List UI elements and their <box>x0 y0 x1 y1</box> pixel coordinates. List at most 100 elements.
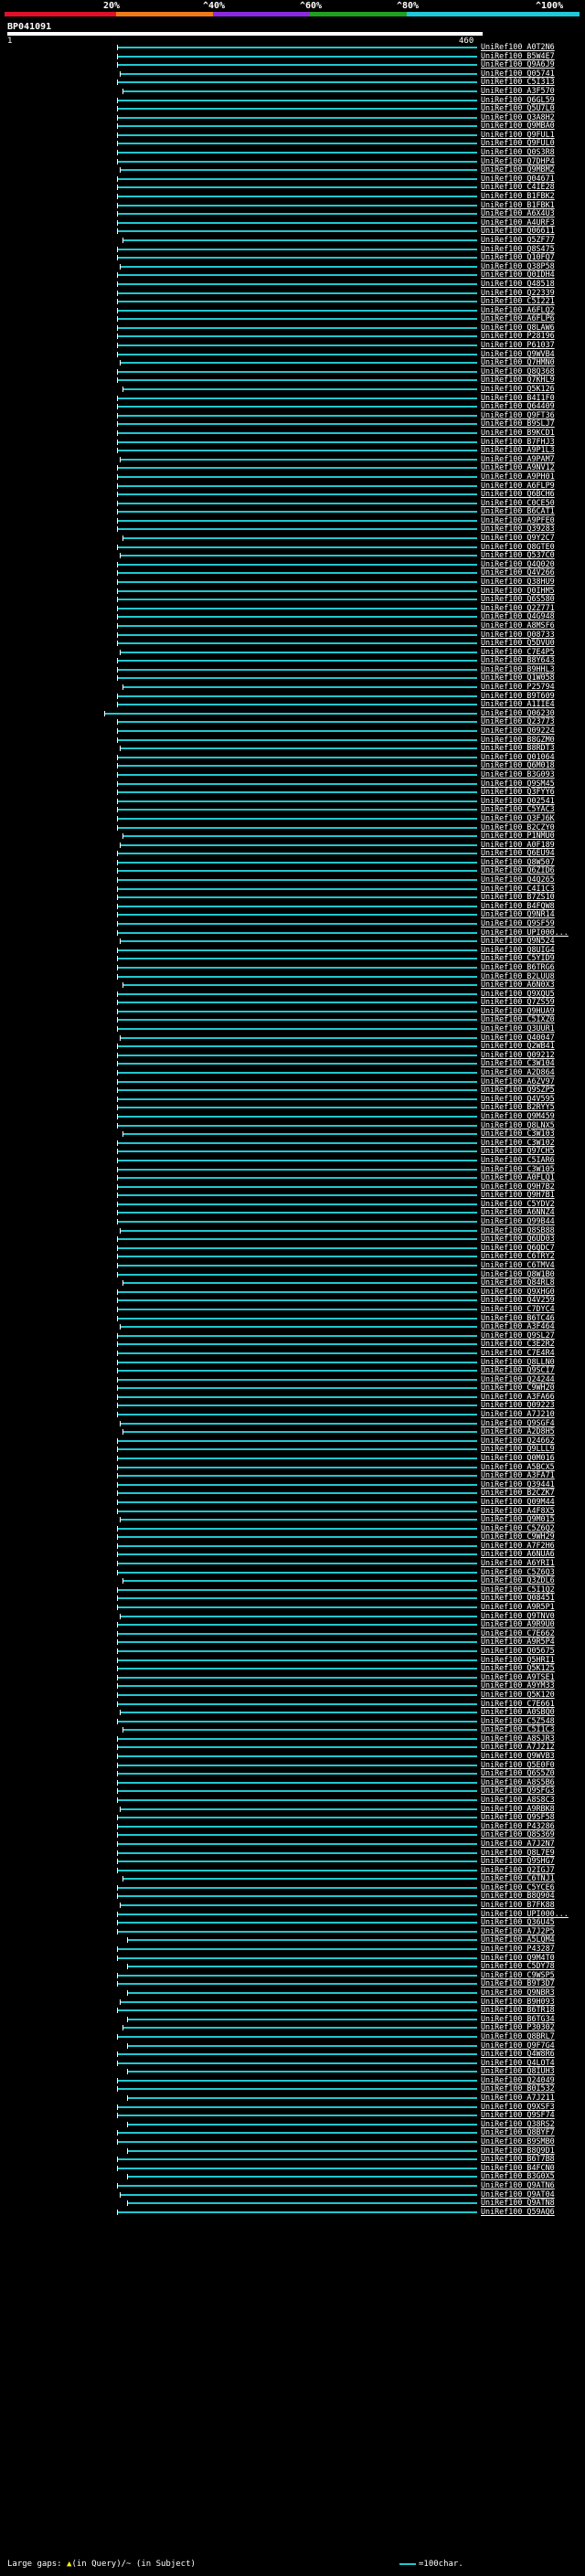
hit-label-link[interactable]: UniRef100_B8Q904 <box>481 1892 583 1900</box>
hit-label-link[interactable]: UniRef100_P30302 <box>481 2023 583 2031</box>
hit-row[interactable]: UniRef100_A9TSE1 <box>0 1673 585 1681</box>
hit-row[interactable]: UniRef100_Q3FYY6 <box>0 788 585 796</box>
hit-row[interactable]: UniRef100_Q40047 <box>0 1034 585 1042</box>
hit-label-link[interactable]: UniRef100_Q99B44 <box>481 1217 583 1225</box>
hit-row[interactable]: UniRef100_Q24662 <box>0 1436 585 1445</box>
hit-label-link[interactable]: UniRef100_Q24244 <box>481 1375 583 1383</box>
hit-row[interactable]: UniRef100_Q9A6J9 <box>0 60 585 69</box>
hit-row[interactable]: UniRef100_Q8IUH3 <box>0 2067 585 2075</box>
hit-label-link[interactable]: UniRef100_Q6ZID6 <box>481 866 583 875</box>
hit-row[interactable]: UniRef100_B7FK88 <box>0 1901 585 1909</box>
hit-label-link[interactable]: UniRef100_B8Q9D1 <box>481 2147 583 2155</box>
hit-row[interactable]: UniRef100_A9R5P1 <box>0 1603 585 1611</box>
hit-row[interactable]: UniRef100_Q8W507 <box>0 858 585 866</box>
hit-label-link[interactable]: UniRef100_Q8SB88 <box>481 1226 583 1235</box>
hit-label-link[interactable]: UniRef100_P28196 <box>481 332 583 340</box>
hit-row[interactable]: UniRef100_Q9FT36 <box>0 411 585 419</box>
hit-label-link[interactable]: UniRef100_B9HHL3 <box>481 665 583 673</box>
hit-label-link[interactable]: UniRef100_C7E4R4 <box>481 1349 583 1357</box>
hit-row[interactable]: UniRef100_A6FLP9 <box>0 482 585 490</box>
hit-row[interactable]: UniRef100_Q06230 <box>0 709 585 717</box>
hit-row[interactable]: UniRef100_Q39441 <box>0 1480 585 1489</box>
hit-label-link[interactable]: UniRef100_A7J2N7 <box>481 1839 583 1848</box>
hit-row[interactable]: UniRef100_B9H093 <box>0 1998 585 2006</box>
hit-row[interactable]: UniRef100_Q9SFG3 <box>0 1786 585 1795</box>
hit-label-link[interactable]: UniRef100_Q9SGF4 <box>481 1419 583 1427</box>
hit-row[interactable]: UniRef100_A9PFE0 <box>0 516 585 525</box>
hit-row[interactable]: UniRef100_B6TR18 <box>0 2006 585 2014</box>
hit-row[interactable]: UniRef100_C5YID9 <box>0 954 585 962</box>
hit-row[interactable]: UniRef100_C7E4P5 <box>0 648 585 656</box>
hit-row[interactable]: UniRef100_B8Q9D1 <box>0 2147 585 2155</box>
hit-label-link[interactable]: UniRef100_UPI000... <box>481 928 583 937</box>
hit-row[interactable]: UniRef100_Q9XHG0 <box>0 1288 585 1296</box>
hit-row[interactable]: UniRef100_Q9FUL1 <box>0 131 585 139</box>
hit-label-link[interactable]: UniRef100_A6X4U3 <box>481 209 583 217</box>
hit-row[interactable]: UniRef100_Q48518 <box>0 280 585 288</box>
hit-label-link[interactable]: UniRef100_A6FLP6 <box>481 314 583 323</box>
hit-label-link[interactable]: UniRef100_A9PAM7 <box>481 455 583 463</box>
hit-row[interactable]: UniRef100_B2CZY0 <box>0 823 585 832</box>
hit-label-link[interactable]: UniRef100_Q5U7L0 <box>481 104 583 112</box>
hit-row[interactable]: UniRef100_Q9M459 <box>0 1112 585 1120</box>
hit-row[interactable]: UniRef100_A7J212 <box>0 1743 585 1751</box>
hit-row[interactable]: UniRef100_A7J2N7 <box>0 1839 585 1848</box>
hit-label-link[interactable]: UniRef100_A9NV12 <box>481 463 583 472</box>
hit-label-link[interactable]: UniRef100_Q02541 <box>481 797 583 805</box>
hit-row[interactable]: UniRef100_Q05741 <box>0 69 585 78</box>
hit-label-link[interactable]: UniRef100_Q9M015 <box>481 1515 583 1523</box>
hit-row[interactable]: UniRef100_A6X4U3 <box>0 209 585 217</box>
hit-label-link[interactable]: UniRef100_A5BCX5 <box>481 1463 583 1471</box>
hit-label-link[interactable]: UniRef100_Q8GTE0 <box>481 543 583 551</box>
hit-label-link[interactable]: UniRef100_Q06611 <box>481 227 583 235</box>
hit-label-link[interactable]: UniRef100_B2CZK7 <box>481 1489 583 1497</box>
hit-label-link[interactable]: UniRef100_A0F189 <box>481 841 583 849</box>
hit-label-link[interactable]: UniRef100_C5I1C3 <box>481 1725 583 1733</box>
hit-label-link[interactable]: UniRef100_C3W105 <box>481 1165 583 1173</box>
hit-label-link[interactable]: UniRef100_Q6UD03 <box>481 1235 583 1243</box>
hit-label-link[interactable]: UniRef100_Q8W507 <box>481 858 583 866</box>
hit-label-link[interactable]: UniRef100_C6TMV4 <box>481 1261 583 1269</box>
hit-label-link[interactable]: UniRef100_B9H093 <box>481 1998 583 2006</box>
hit-row[interactable]: UniRef100_A7J211 <box>0 2094 585 2102</box>
hit-label-link[interactable]: UniRef100_A7F2H6 <box>481 1542 583 1550</box>
hit-row[interactable]: UniRef100_Q4Q265 <box>0 875 585 884</box>
hit-row[interactable]: UniRef100_A3F570 <box>0 87 585 95</box>
hit-label-link[interactable]: UniRef100_C5YCE6 <box>481 1883 583 1892</box>
hit-row[interactable]: UniRef100_Q9XQU5 <box>0 990 585 998</box>
hit-row[interactable]: UniRef100_A5BCX5 <box>0 1463 585 1471</box>
hit-label-link[interactable]: UniRef100_Q5K126 <box>481 385 583 393</box>
hit-label-link[interactable]: UniRef100_Q09224 <box>481 726 583 735</box>
hit-row[interactable]: UniRef100_B8GZM0 <box>0 736 585 744</box>
hit-row[interactable]: UniRef100_Q6M018 <box>0 761 585 769</box>
hit-row[interactable]: UniRef100_Q7HMN0 <box>0 358 585 366</box>
hit-row[interactable]: UniRef100_Q05675 <box>0 1647 585 1655</box>
hit-label-link[interactable]: UniRef100_A6NNZ4 <box>481 1208 583 1216</box>
hit-row[interactable]: UniRef100_Q9WVB3 <box>0 1752 585 1760</box>
hit-label-link[interactable]: UniRef100_Q38HU9 <box>481 578 583 586</box>
hit-label-link[interactable]: UniRef100_A0SBQ0 <box>481 1708 583 1716</box>
hit-row[interactable]: UniRef100_A4F8X5 <box>0 1507 585 1515</box>
hit-row[interactable]: UniRef100_Q04671 <box>0 175 585 183</box>
hit-label-link[interactable]: UniRef100_A8S5B6 <box>481 1778 583 1786</box>
hit-label-link[interactable]: UniRef100_Q5K120 <box>481 1691 583 1699</box>
hit-row[interactable]: UniRef100_Q59AQ6 <box>0 2208 585 2216</box>
hit-label-link[interactable]: UniRef100_Q6S5Z0 <box>481 1769 583 1777</box>
hit-row[interactable]: UniRef100_A9PH01 <box>0 472 585 481</box>
hit-label-link[interactable]: UniRef100_Q9MBM2 <box>481 165 583 174</box>
hit-label-link[interactable]: UniRef100_B1FBK1 <box>481 201 583 209</box>
hit-row[interactable]: UniRef100_Q6QDC7 <box>0 1244 585 1252</box>
hit-label-link[interactable]: UniRef100_Q4Q265 <box>481 875 583 884</box>
hit-label-link[interactable]: UniRef100_Q05675 <box>481 1647 583 1655</box>
hit-label-link[interactable]: UniRef100_Q4LOT4 <box>481 2059 583 2067</box>
hit-label-link[interactable]: UniRef100_A9R5P1 <box>481 1603 583 1611</box>
hit-row[interactable]: UniRef100_Q8S369 <box>0 1830 585 1839</box>
hit-label-link[interactable]: UniRef100_Q05741 <box>481 69 583 78</box>
hit-label-link[interactable]: UniRef100_B6TRG6 <box>481 963 583 971</box>
hit-row[interactable]: UniRef100_Q0IHM5 <box>0 587 585 595</box>
hit-label-link[interactable]: UniRef100_B9KCD1 <box>481 429 583 437</box>
hit-label-link[interactable]: UniRef100_Q9A6J9 <box>481 60 583 69</box>
hit-label-link[interactable]: UniRef100_Q9SF59 <box>481 919 583 928</box>
hit-label-link[interactable]: UniRef100_Q9SL27 <box>481 1331 583 1340</box>
hit-row[interactable]: UniRef100_P43286 <box>0 1822 585 1830</box>
